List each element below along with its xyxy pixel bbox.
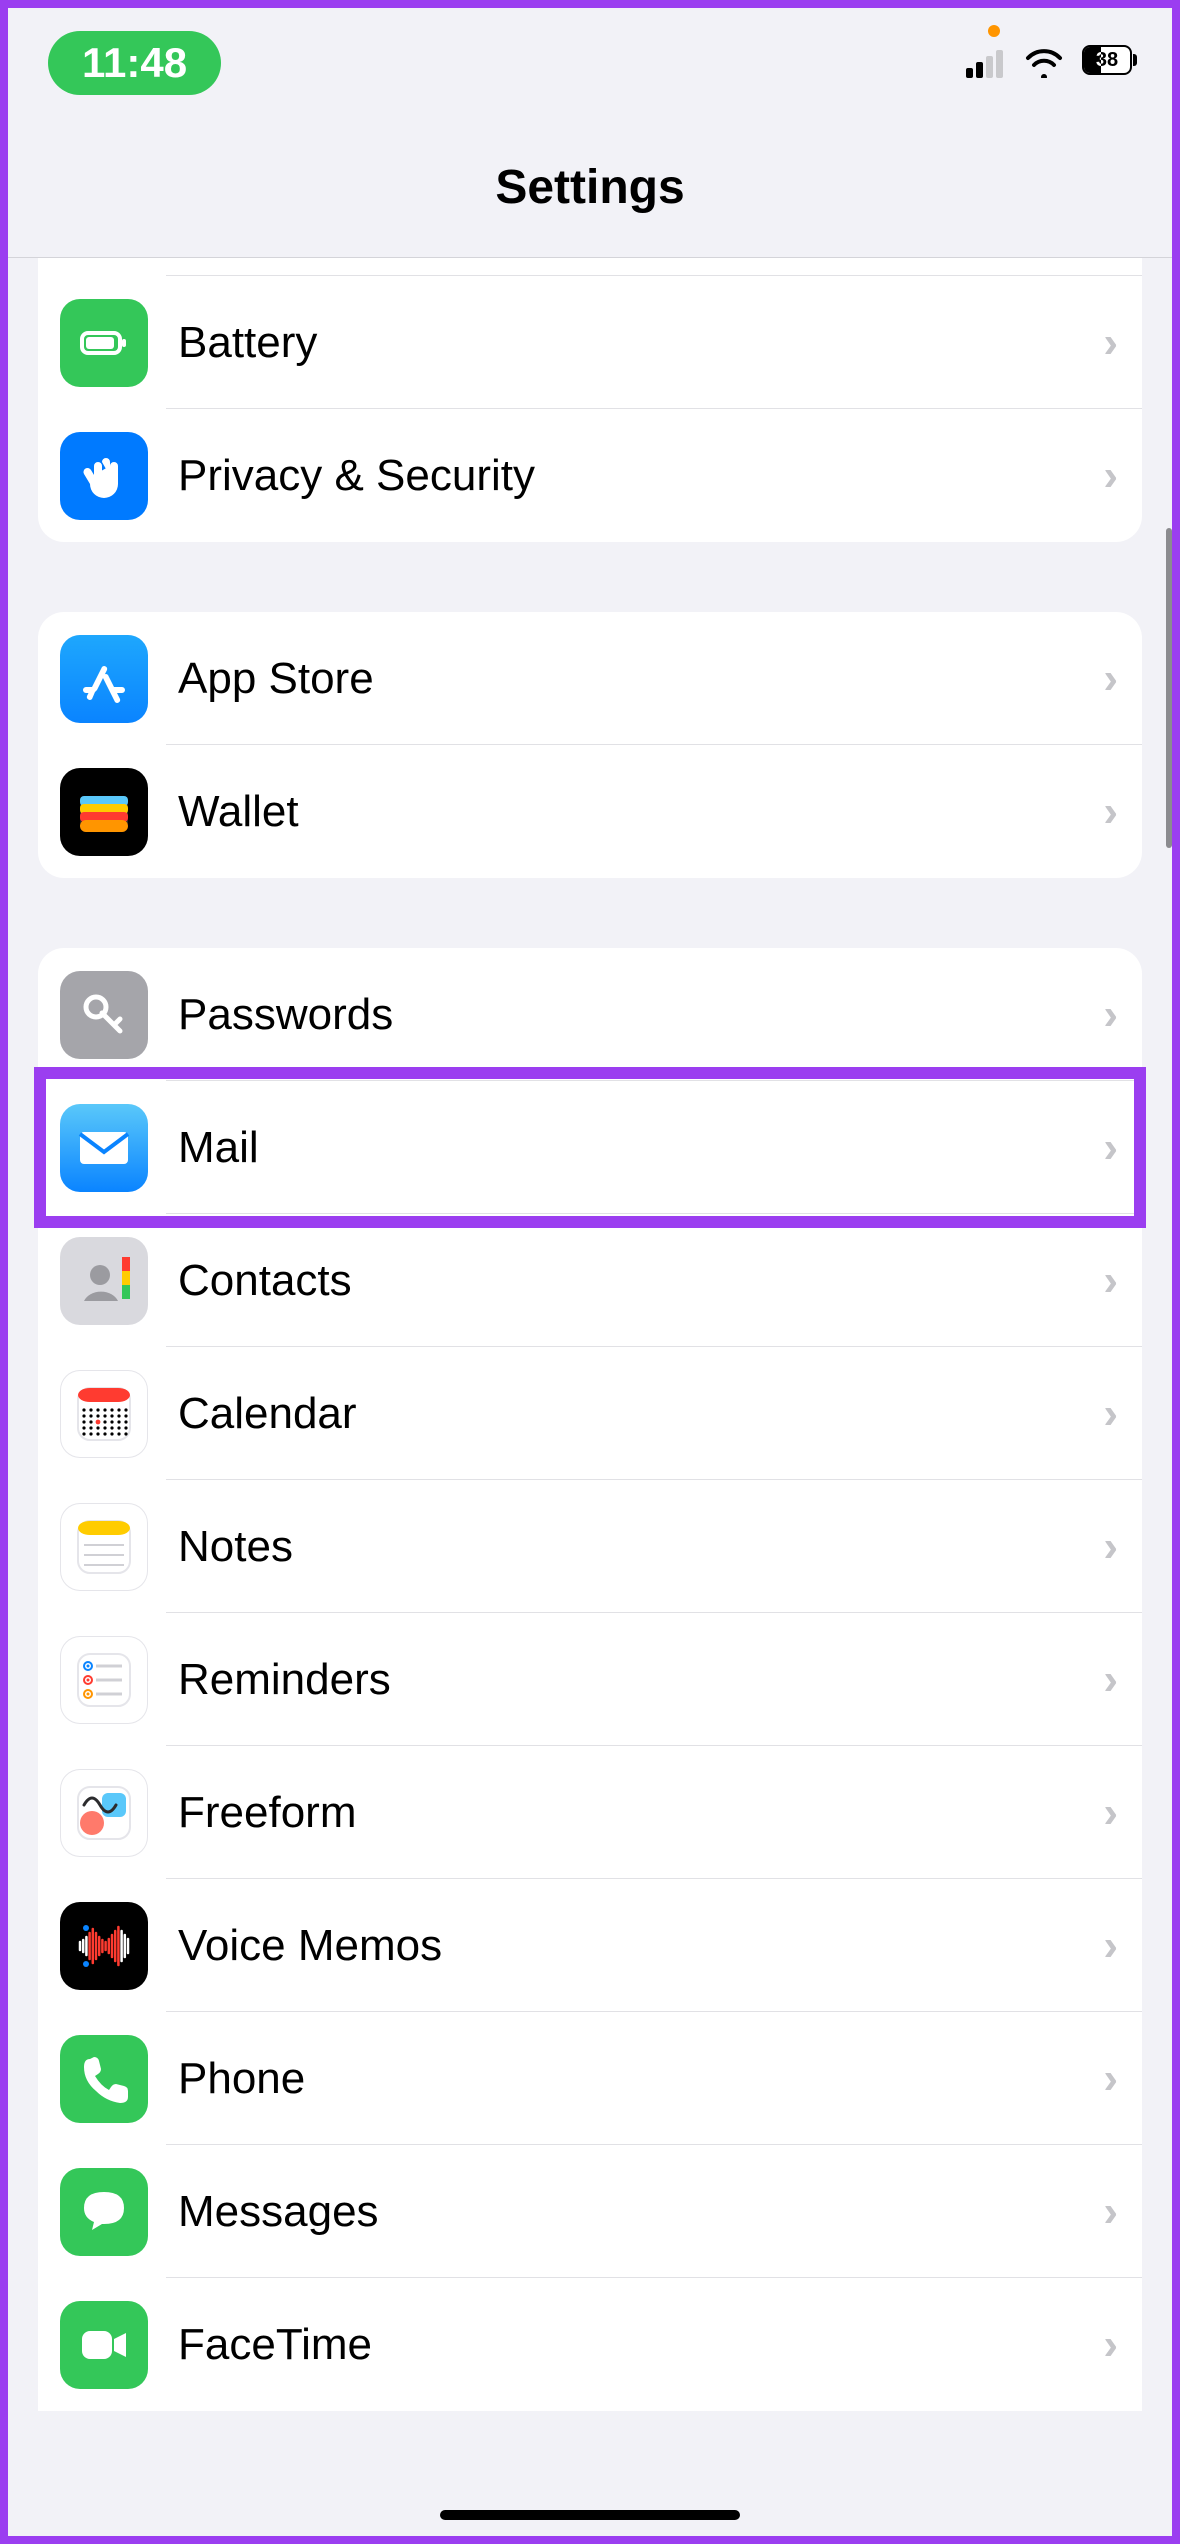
status-right: 38 — [966, 45, 1132, 81]
chevron-right-icon: › — [1103, 1256, 1118, 1306]
settings-row-label: Contacts — [178, 1256, 1103, 1306]
page-header: Settings — [8, 118, 1172, 258]
settings-row-label: Reminders — [178, 1655, 1103, 1705]
settings-group: Passwords›Mail›Contacts›Calendar›Notes›R… — [38, 948, 1142, 2411]
settings-row-passwords[interactable]: Passwords› — [38, 948, 1142, 1081]
chevron-right-icon: › — [1103, 1123, 1118, 1173]
privacy-dot-icon — [988, 25, 1000, 37]
wifi-icon — [1024, 48, 1064, 78]
settings-row-label: Messages — [178, 2187, 1103, 2237]
settings-row-freeform[interactable]: Freeform› — [38, 1746, 1142, 1879]
chevron-right-icon: › — [1103, 1389, 1118, 1439]
settings-row-contacts[interactable]: Contacts› — [38, 1214, 1142, 1347]
scroll-indicator[interactable] — [1166, 528, 1172, 848]
settings-row-battery[interactable]: Battery› — [38, 276, 1142, 409]
settings-row-notes[interactable]: Notes› — [38, 1480, 1142, 1613]
home-indicator[interactable] — [440, 2510, 740, 2520]
settings-row-label: Phone — [178, 2054, 1103, 2104]
appstore-icon — [60, 635, 148, 723]
chevron-right-icon: › — [1103, 2187, 1118, 2237]
settings-row-messages[interactable]: Messages› — [38, 2145, 1142, 2278]
settings-row-calendar[interactable]: Calendar› — [38, 1347, 1142, 1480]
chevron-right-icon: › — [1103, 787, 1118, 837]
wallet-icon — [60, 768, 148, 856]
notes-icon — [60, 1503, 148, 1591]
settings-row-voicememos[interactable]: Voice Memos› — [38, 1879, 1142, 2012]
settings-row-privacy[interactable]: Privacy & Security› — [38, 409, 1142, 542]
settings-row-label: Passwords — [178, 990, 1103, 1040]
chevron-right-icon: › — [1103, 2320, 1118, 2370]
settings-group: ›Battery›Privacy & Security› — [38, 258, 1142, 542]
cellular-icon — [966, 48, 1006, 78]
settings-row-label: FaceTime — [178, 2320, 1103, 2370]
settings-row-app-store[interactable]: App Store› — [38, 612, 1142, 745]
settings-row-label: Notes — [178, 1522, 1103, 1572]
status-time: 11:48 — [48, 31, 221, 95]
chevron-right-icon: › — [1103, 1788, 1118, 1838]
chevron-right-icon: › — [1103, 451, 1118, 501]
messages-icon — [60, 2168, 148, 2256]
chevron-right-icon: › — [1103, 990, 1118, 1040]
settings-row-wallet[interactable]: Wallet› — [38, 745, 1142, 878]
chevron-right-icon: › — [1103, 654, 1118, 704]
chevron-right-icon: › — [1103, 1921, 1118, 1971]
phone-icon — [60, 2035, 148, 2123]
chevron-right-icon: › — [1103, 1655, 1118, 1705]
settings-row-reminders[interactable]: Reminders› — [38, 1613, 1142, 1746]
chevron-right-icon: › — [1103, 318, 1118, 368]
battery-icon — [60, 299, 148, 387]
settings-row-label: Mail — [178, 1123, 1103, 1173]
settings-row-unknown-top[interactable]: › — [38, 258, 1142, 276]
settings-row-phone[interactable]: Phone› — [38, 2012, 1142, 2145]
key-icon — [60, 971, 148, 1059]
freeform-icon — [60, 1769, 148, 1857]
chevron-right-icon: › — [1103, 1522, 1118, 1572]
settings-row-label: Battery — [178, 318, 1103, 368]
settings-group: App Store›Wallet› — [38, 612, 1142, 878]
contacts-icon — [60, 1237, 148, 1325]
settings-row-label: Wallet — [178, 787, 1103, 837]
battery-icon: 38 — [1082, 45, 1132, 81]
settings-row-facetime[interactable]: FaceTime› — [38, 2278, 1142, 2411]
facetime-icon — [60, 2301, 148, 2389]
calendar-icon — [60, 1370, 148, 1458]
settings-row-label: Freeform — [178, 1788, 1103, 1838]
hand-icon — [60, 432, 148, 520]
mail-icon — [60, 1104, 148, 1192]
settings-row-label: App Store — [178, 654, 1103, 704]
page-title: Settings — [495, 160, 684, 215]
settings-row-label: Calendar — [178, 1389, 1103, 1439]
settings-row-label: Voice Memos — [178, 1921, 1103, 1971]
settings-scroll-area[interactable]: ›Battery›Privacy & Security›App Store›Wa… — [8, 258, 1172, 2536]
reminders-icon — [60, 1636, 148, 1724]
chevron-right-icon: › — [1103, 2054, 1118, 2104]
settings-row-label: Privacy & Security — [178, 451, 1103, 501]
status-bar: 11:48 38 — [8, 8, 1172, 118]
voicememo-icon — [60, 1902, 148, 1990]
settings-row-mail[interactable]: Mail› — [38, 1081, 1142, 1214]
